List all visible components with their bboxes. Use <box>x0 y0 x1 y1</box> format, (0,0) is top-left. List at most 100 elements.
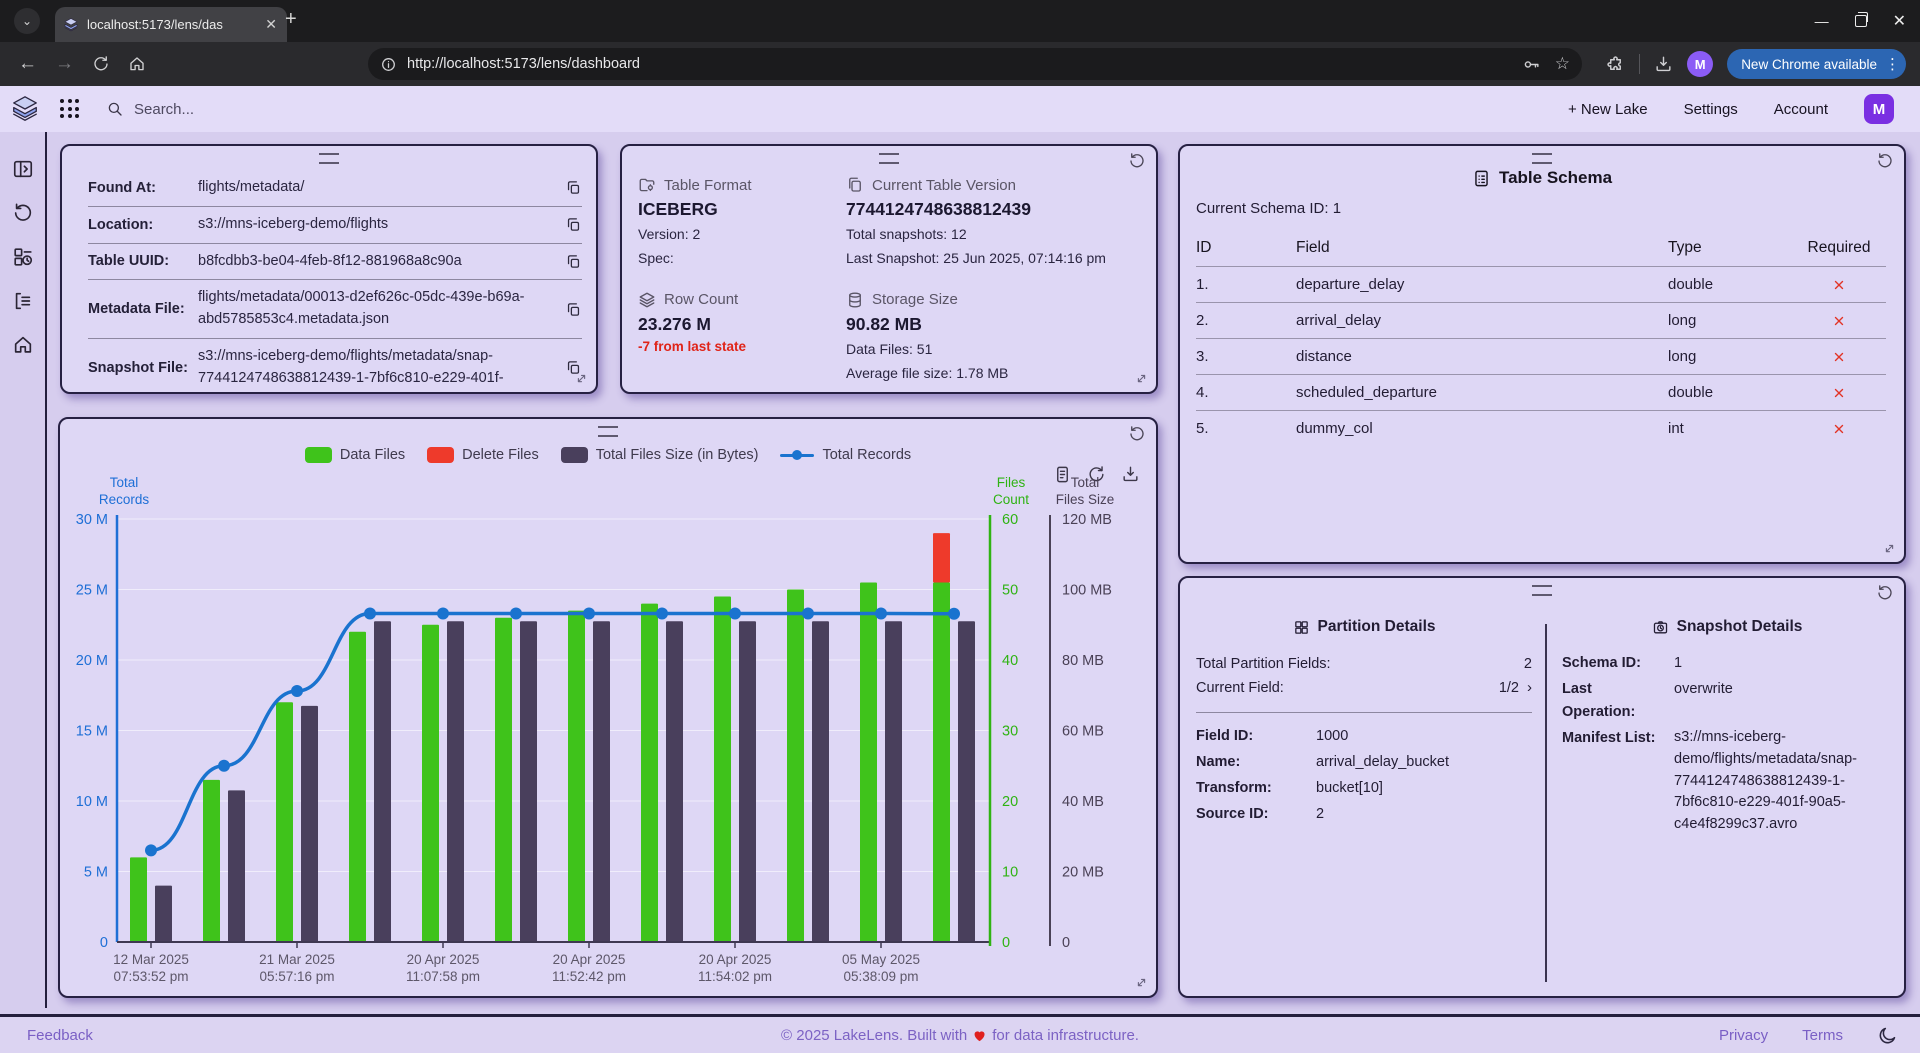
column-divider <box>1545 624 1547 982</box>
folder-icon <box>638 176 656 194</box>
panel-toggle-icon[interactable] <box>8 154 38 184</box>
pages-icon <box>846 176 864 194</box>
new-lake-button[interactable]: + New Lake <box>1568 101 1648 118</box>
legend-item-delete-files[interactable]: Delete Files <box>427 447 539 463</box>
copy-icon[interactable] <box>565 301 582 318</box>
svg-text:80 MB: 80 MB <box>1062 653 1104 669</box>
svg-text:25 M: 25 M <box>76 583 108 599</box>
storage-size-stat: Storage Size 90.82 MB Data Files: 51 Ave… <box>846 291 1146 384</box>
svg-text:20 Apr 2025: 20 Apr 2025 <box>553 952 626 967</box>
user-avatar[interactable]: M <box>1864 94 1894 124</box>
window-restore-button[interactable] <box>1855 15 1867 27</box>
feedback-link[interactable]: Feedback <box>27 1027 93 1044</box>
copy-icon[interactable] <box>565 179 582 196</box>
drag-handle-icon[interactable] <box>1532 153 1552 164</box>
snapshots-chart[interactable]: 05 M10 M15 M20 M25 M30 M0102030405060020… <box>62 512 1157 1012</box>
home-icon[interactable] <box>8 330 38 360</box>
extensions-puzzle-icon[interactable] <box>1606 55 1625 74</box>
history-icon[interactable] <box>8 198 38 228</box>
svg-text:120 MB: 120 MB <box>1062 512 1112 528</box>
svg-text:20 Apr 2025: 20 Apr 2025 <box>407 952 480 967</box>
app-grid-menu-icon[interactable] <box>60 99 80 119</box>
browser-tab[interactable]: localhost:5173/lens/das ✕ <box>55 7 287 42</box>
table-format-card: Table Format ICEBERG Version: 2 Spec: Cu… <box>620 144 1158 394</box>
account-button[interactable]: Account <box>1774 101 1828 118</box>
table-row: Snapshot File: s3://mns-iceberg-demo/fli… <box>88 339 582 397</box>
refresh-card-icon[interactable] <box>1876 583 1894 602</box>
legend-item-files-size[interactable]: Total Files Size (in Bytes) <box>561 447 759 463</box>
url-text[interactable]: http://localhost:5173/lens/dashboard <box>407 56 1522 72</box>
svg-text:20 MB: 20 MB <box>1062 865 1104 881</box>
snapshots-grid-clock-icon[interactable] <box>8 242 38 272</box>
svg-text:20: 20 <box>1002 794 1018 810</box>
terms-link[interactable]: Terms <box>1802 1027 1843 1044</box>
forward-button[interactable]: → <box>55 53 74 75</box>
svg-text:07:53:52 pm: 07:53:52 pm <box>113 969 188 984</box>
bookmark-star-icon[interactable]: ☆ <box>1555 54 1570 74</box>
svg-text:60: 60 <box>1002 512 1018 528</box>
table-row: 1. departure_delay double <box>1196 266 1886 302</box>
refresh-card-icon[interactable] <box>1128 151 1146 170</box>
search-input[interactable]: Search... <box>106 100 194 118</box>
resize-diagonal-icon[interactable] <box>1882 541 1897 556</box>
drag-handle-icon[interactable] <box>1532 585 1552 596</box>
partition-snapshot-card: Partition Details Total Partition Fields… <box>1178 576 1906 998</box>
svg-text:5 M: 5 M <box>84 865 108 881</box>
size-axis-title: TotalFiles Size <box>1043 475 1127 509</box>
records-axis-title: TotalRecords <box>78 475 170 509</box>
storage-size-value: 90.82 MB <box>846 314 1146 335</box>
drag-handle-icon[interactable] <box>319 153 339 164</box>
resize-diagonal-icon[interactable] <box>1134 975 1149 990</box>
table-row: Table UUID: b8fcdbb3-be04-4feb-8f12-8819… <box>88 244 582 281</box>
database-icon <box>846 291 864 309</box>
chrome-profile-avatar[interactable]: M <box>1687 51 1713 77</box>
svg-text:40: 40 <box>1002 653 1018 669</box>
reload-button[interactable] <box>92 55 110 73</box>
schema-list-icon[interactable] <box>8 286 38 316</box>
address-bar[interactable]: http://localhost:5173/lens/dashboard ☆ <box>368 48 1582 80</box>
window-close-button[interactable]: ✕ <box>1893 11 1906 31</box>
site-info-icon[interactable] <box>380 56 397 73</box>
password-key-icon[interactable] <box>1522 55 1541 74</box>
drag-handle-icon[interactable] <box>598 426 618 437</box>
required-false-icon <box>1832 314 1846 328</box>
svg-text:100 MB: 100 MB <box>1062 583 1112 599</box>
chrome-update-button[interactable]: New Chrome available ⋮ <box>1727 49 1906 79</box>
dashboard-main: Found At: flights/metadata/ Location: s3… <box>0 132 1920 1014</box>
resize-diagonal-icon[interactable] <box>1134 371 1149 386</box>
search-icon <box>106 100 124 118</box>
svg-text:0: 0 <box>1062 935 1070 951</box>
chrome-menu-kebab-icon[interactable]: ⋮ <box>1885 55 1900 73</box>
copy-icon[interactable] <box>565 253 582 270</box>
table-format-stat: Table Format ICEBERG Version: 2 Spec: <box>638 176 846 269</box>
legend-swatch <box>561 447 588 463</box>
settings-button[interactable]: Settings <box>1684 101 1738 118</box>
tab-close-icon[interactable]: ✕ <box>263 16 279 33</box>
tab-search-button[interactable]: ⌄ <box>14 8 40 34</box>
new-tab-button[interactable]: + <box>285 9 297 29</box>
window-minimize-button[interactable]: — <box>1815 13 1829 29</box>
legend-line-swatch <box>780 450 814 460</box>
downloads-icon[interactable] <box>1654 55 1673 74</box>
table-row: Location: s3://mns-iceberg-demo/flights <box>88 207 582 244</box>
divider <box>1196 712 1532 713</box>
resize-diagonal-icon[interactable] <box>574 371 589 386</box>
required-false-icon <box>1832 386 1846 400</box>
dark-mode-moon-icon[interactable] <box>1877 1025 1898 1046</box>
chrome-home-button[interactable] <box>128 55 146 73</box>
row-count-value: 23.276 M <box>638 314 846 335</box>
next-field-chevron-icon[interactable]: › <box>1527 679 1532 696</box>
svg-text:05:57:16 pm: 05:57:16 pm <box>259 969 334 984</box>
layers-icon <box>638 291 656 309</box>
privacy-link[interactable]: Privacy <box>1719 1027 1768 1044</box>
browser-window: ⌄ localhost:5173/lens/das ✕ + — ✕ ← → ht… <box>0 0 1920 1053</box>
back-button[interactable]: ← <box>18 53 37 75</box>
snapshot-details: Snapshot Details Schema ID: 1 Last Opera… <box>1562 618 1892 836</box>
lakelens-logo-icon[interactable] <box>10 94 40 124</box>
table-row: Found At: flights/metadata/ <box>88 170 582 207</box>
legend-item-data-files[interactable]: Data Files <box>305 447 405 463</box>
refresh-card-icon[interactable] <box>1128 424 1146 443</box>
copy-icon[interactable] <box>565 216 582 233</box>
drag-handle-icon[interactable] <box>879 153 899 164</box>
legend-item-total-records[interactable]: Total Records <box>780 447 911 463</box>
